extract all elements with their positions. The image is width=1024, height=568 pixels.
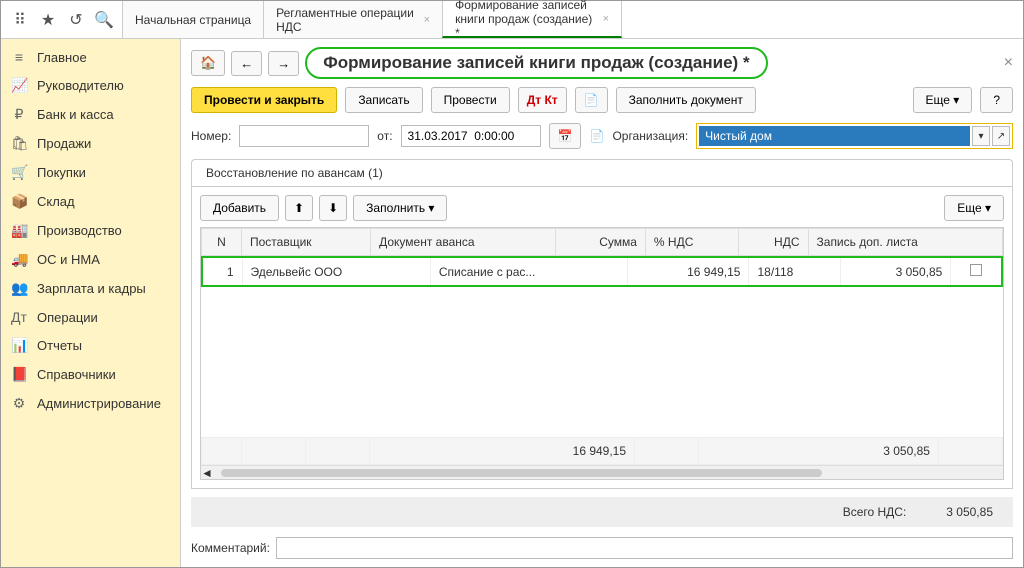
h-scrollbar[interactable]: ◄	[201, 465, 1003, 479]
forward-button[interactable]: →	[268, 51, 299, 76]
book-icon: 📕	[11, 366, 27, 383]
tab-home[interactable]: Начальная страница	[122, 1, 264, 38]
main-content: 🏠 ← → Формирование записей книги продаж …	[181, 39, 1023, 567]
move-up-button[interactable]: ⬆	[285, 195, 313, 221]
sidebar-item-purchases[interactable]: 🛒Покупки	[1, 158, 180, 187]
home-button[interactable]: 🏠	[191, 50, 225, 76]
comment-label: Комментарий:	[191, 541, 270, 555]
org-label: Организация:	[612, 129, 688, 143]
doc-icon: 📄	[589, 129, 604, 143]
sidebar-item-admin[interactable]: ⚙Администрирование	[1, 389, 180, 418]
chart-icon: 📈	[11, 77, 27, 94]
from-label: от:	[377, 129, 392, 143]
number-label: Номер:	[191, 129, 231, 143]
calendar-button[interactable]: 📅	[549, 123, 582, 149]
col-sum[interactable]: Сумма	[555, 229, 645, 256]
add-button[interactable]: Добавить	[200, 195, 279, 221]
sidebar-item-manager[interactable]: 📈Руководителю	[1, 71, 180, 100]
factory-icon: 🏭	[11, 222, 27, 239]
totals-label: Всего НДС:	[843, 505, 907, 519]
sidebar-item-catalogs[interactable]: 📕Справочники	[1, 360, 180, 389]
history-icon[interactable]: ↺	[63, 7, 89, 33]
dropdown-button[interactable]: ▾	[972, 126, 990, 146]
close-button[interactable]: ×	[1004, 54, 1013, 72]
back-button[interactable]: ←	[231, 51, 262, 76]
help-button[interactable]: ?	[980, 87, 1013, 113]
table-row[interactable]: 1 Эдельвейс ООО Списание с рас... 16 949…	[202, 257, 1002, 286]
tab-strip: Начальная страница Регламентные операции…	[123, 1, 622, 38]
sidebar-item-warehouse[interactable]: 📦Склад	[1, 187, 180, 216]
fill-button[interactable]: Заполнить ▾	[353, 195, 447, 221]
org-input[interactable]	[699, 126, 970, 146]
date-input[interactable]	[401, 125, 541, 147]
col-n[interactable]: N	[202, 229, 242, 256]
close-icon[interactable]: ×	[424, 14, 430, 26]
sidebar-item-production[interactable]: 🏭Производство	[1, 216, 180, 245]
box-icon: 📦	[11, 193, 27, 210]
dtkt-icon: Дт	[11, 309, 27, 325]
menu-icon: ≡	[11, 49, 27, 65]
grid-more-button[interactable]: Еще ▾	[944, 195, 1004, 221]
sidebar-item-reports[interactable]: 📊Отчеты	[1, 331, 180, 360]
page-title: Формирование записей книги продаж (созда…	[305, 47, 767, 79]
open-button[interactable]: ↗	[992, 126, 1010, 146]
col-addl[interactable]: Запись доп. листа	[808, 229, 1002, 256]
col-supplier[interactable]: Поставщик	[242, 229, 371, 256]
checkbox[interactable]	[970, 264, 982, 276]
sidebar-item-operations[interactable]: ДтОперации	[1, 303, 180, 331]
sidebar-item-payroll[interactable]: 👥Зарплата и кадры	[1, 274, 180, 303]
close-icon[interactable]: ×	[603, 13, 609, 25]
bars-icon: 📊	[11, 337, 27, 354]
star-icon[interactable]: ★	[35, 7, 61, 33]
post-button[interactable]: Провести	[431, 87, 510, 113]
table-footer: 16 949,15 3 050,85	[202, 438, 1003, 465]
save-button[interactable]: Записать	[345, 87, 422, 113]
truck-icon: 🚚	[11, 251, 27, 268]
sidebar-item-bank[interactable]: ₽Банк и касса	[1, 100, 180, 129]
sidebar: ≡Главное 📈Руководителю ₽Банк и касса 🛍Пр…	[1, 39, 181, 567]
col-vat[interactable]: НДС	[738, 229, 808, 256]
inner-tab[interactable]: Восстановление по авансам (1)	[191, 159, 1013, 186]
fill-doc-button[interactable]: Заполнить документ	[616, 87, 756, 113]
bag-icon: 🛍	[11, 135, 27, 152]
comment-input[interactable]	[276, 537, 1013, 559]
people-icon: 👥	[11, 280, 27, 297]
move-down-button[interactable]: ⬇	[319, 195, 347, 221]
cart-icon: 🛒	[11, 164, 27, 181]
top-icon-group: ⠿ ★ ↺ 🔍	[1, 1, 123, 38]
sidebar-item-assets[interactable]: 🚚ОС и НМА	[1, 245, 180, 274]
post-close-button[interactable]: Провести и закрыть	[191, 87, 337, 113]
print-button[interactable]: 📄	[575, 87, 608, 113]
col-advance-doc[interactable]: Документ аванса	[371, 229, 556, 256]
apps-icon[interactable]: ⠿	[7, 7, 33, 33]
number-input[interactable]	[239, 125, 369, 147]
totals-value: 3 050,85	[946, 505, 993, 519]
sidebar-item-sales[interactable]: 🛍Продажи	[1, 129, 180, 158]
gear-icon: ⚙	[11, 395, 27, 412]
tab-current[interactable]: Формирование записей книги продаж (созда…	[442, 1, 622, 38]
totals-bar: Всего НДС: 3 050,85	[191, 497, 1013, 527]
currency-icon: ₽	[11, 106, 27, 123]
sidebar-item-main[interactable]: ≡Главное	[1, 43, 180, 71]
tab-vat[interactable]: Регламентные операции НДС×	[263, 1, 443, 38]
col-vat-rate[interactable]: % НДС	[645, 229, 738, 256]
dtkt-button[interactable]: Дт Кт	[518, 87, 567, 113]
top-bar: ⠿ ★ ↺ 🔍 Начальная страница Регламентные …	[1, 1, 1023, 39]
search-icon[interactable]: 🔍	[91, 7, 117, 33]
more-button[interactable]: Еще ▾	[913, 87, 973, 113]
